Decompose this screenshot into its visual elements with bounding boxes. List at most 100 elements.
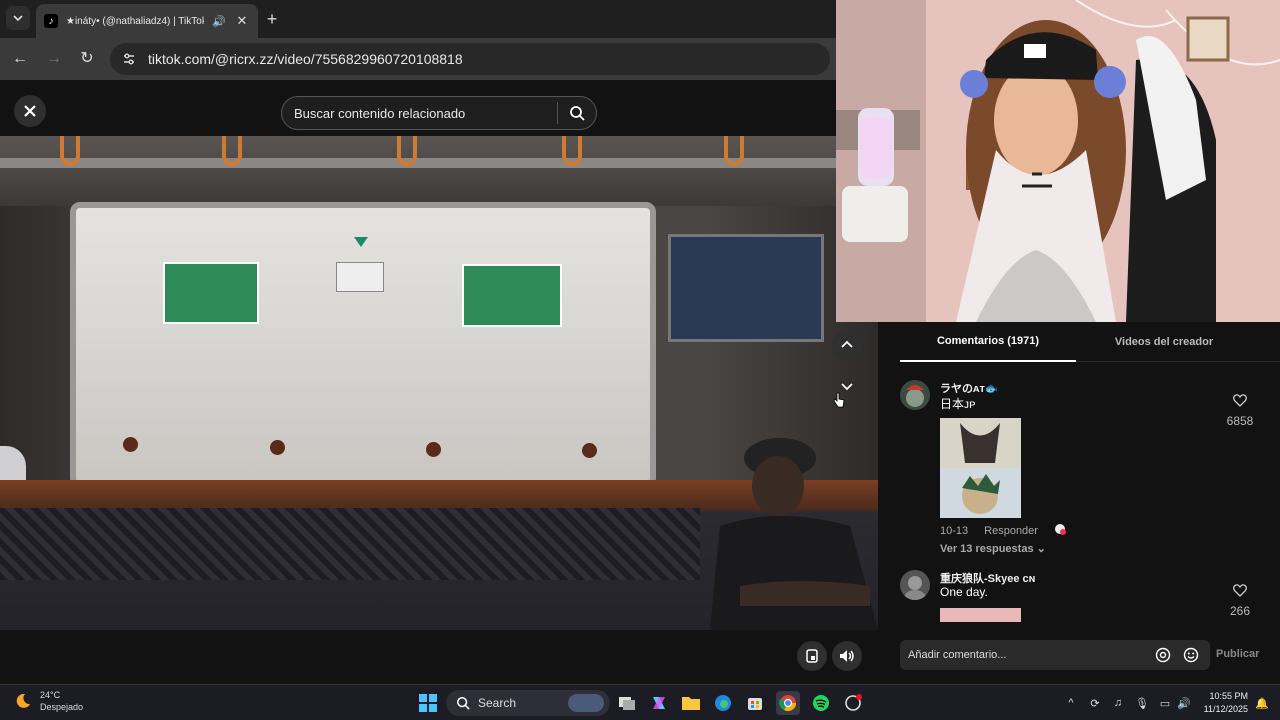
priority-seat-sign [163,262,259,324]
sync-icon[interactable]: ⟳ [1087,695,1103,711]
speaker-icon[interactable]: 🔊 [1176,695,1192,711]
at-icon[interactable] [1154,646,1172,664]
close-icon[interactable]: ✕ [234,13,250,29]
comment-meta: 10-13 Responder [940,523,1066,538]
edge-icon[interactable] [711,691,735,715]
window-dot [426,442,441,457]
back-icon[interactable]: ← [10,49,30,69]
taskbar: 24°C Despejado Search ^ ⟳ ♫ 🎙 ▭ 🔊 10:55 … [0,684,1280,720]
hand-strap [397,136,417,166]
comment-item: 重庆狼队-Skyee ᴄɴ One day. 266 [900,570,1260,630]
view-replies-button[interactable]: Ver 13 respuestas ⌄ [940,542,1046,555]
heart-icon [1233,584,1247,597]
pip-button[interactable] [797,641,827,671]
forward-icon[interactable]: → [44,49,64,69]
comment-date: 10-13 [940,524,969,537]
tiktok-page: Buscar contenido relacionado [0,80,878,684]
video-player[interactable] [0,136,878,630]
comment-input[interactable]: Añadir comentario... [900,640,1210,670]
hand-cursor-icon [833,392,845,408]
avatar[interactable] [900,380,930,410]
window-dot [582,443,597,458]
close-icon [24,105,36,117]
window-dot [270,440,285,455]
url-text[interactable]: tiktok.com/@ricrx.zz/video/7556829960720… [148,51,463,67]
taskbar-search-label: Search [478,696,517,710]
weather-widget[interactable]: 24°C Despejado [14,689,83,713]
pip-icon [806,649,818,663]
hand-strap [724,136,744,166]
network-icon[interactable]: ▭ [1157,695,1173,711]
related-search[interactable]: Buscar contenido relacionado [281,96,597,130]
volume-button[interactable] [832,641,862,671]
tab-title: ★ináty• (@nathaliadz4) | TikTok [66,15,205,27]
emoji-icon[interactable] [1182,646,1200,664]
omnibox[interactable]: tiktok.com/@ricrx.zz/video/7556829960720… [110,43,830,75]
comments-panel: Comentarios (1971) Videos del creador ラヤ… [878,322,1280,684]
chevron-up-icon[interactable]: ^ [1063,695,1079,711]
window-arrow-marker [354,237,368,247]
task-view-icon[interactable] [615,691,639,715]
comment-author[interactable]: 重庆狼队-Skyee ᴄɴ [940,570,1035,586]
windows-icon[interactable] [416,691,440,715]
small-sign [336,262,384,292]
like-button[interactable]: 6858 [1220,394,1260,428]
comment-sticker-image[interactable] [940,608,1021,622]
store-icon[interactable] [743,691,767,715]
weather-condition: Despejado [40,702,84,712]
train-poster [668,234,824,342]
spotify-icon[interactable] [809,691,833,715]
headset-icon[interactable]: ♫ [1110,695,1126,711]
search-input[interactable]: Buscar contenido relacionado [282,106,557,121]
comment-text: One day. [940,585,988,599]
chevron-down-icon [841,383,853,391]
chevron-down-icon [13,15,23,22]
comment-author[interactable]: ラヤのᴀᴛ🐟 [940,380,999,396]
previous-video-button[interactable] [832,330,862,360]
file-explorer-icon[interactable] [679,691,703,715]
volume-icon [840,650,854,662]
tab-comments[interactable]: Comentarios (1971) [900,322,1076,362]
like-count: 6858 [1226,414,1254,428]
weather-icon [16,693,30,708]
avatar[interactable] [900,570,930,600]
chevron-up-icon [841,340,853,348]
close-video-button[interactable] [14,95,46,127]
tab-search-button[interactable] [6,6,30,30]
comment-sticker-image[interactable] [940,418,1021,518]
notification-icon[interactable]: 🔔 [1254,695,1270,711]
comment-item: ラヤのᴀᴛ🐟 日本ᴊᴘ 6858 10-13 Responder Ver 13 … [900,380,1260,560]
reload-icon[interactable]: ↻ [77,49,97,69]
search-highlight-icon [568,694,604,712]
publish-button[interactable]: Publicar [1216,648,1259,660]
site-settings-icon[interactable] [120,50,138,68]
weather-temperature: 24°C [40,690,61,700]
reply-button[interactable]: Responder [984,525,1038,537]
microphone-icon[interactable]: 🎙 [1134,695,1150,711]
copilot-icon[interactable] [647,691,671,715]
like-button[interactable]: 266 [1220,584,1260,618]
tab-creator-videos[interactable]: Videos del creador [1076,322,1252,362]
train-rail [0,158,878,168]
search-icon [456,696,470,710]
comment-input-placeholder[interactable]: Añadir comentario... [908,649,1154,661]
plus-icon[interactable]: + [262,9,282,29]
clock-time: 10:55 PM [1209,691,1248,701]
streamer-webcam-image [836,0,1280,322]
speaker-icon[interactable]: 🔊 [212,15,226,28]
address-bar-row: ← → ↻ tiktok.com/@ricrx.zz/video/7556829… [0,38,836,80]
taskbar-search[interactable]: Search [446,690,610,716]
webcam-overlay [836,0,1280,322]
search-icon[interactable] [558,105,596,121]
browser-tab[interactable]: ♪ ★ináty• (@nathaliadz4) | TikTok 🔊 ✕ [36,4,258,38]
hand-strap [562,136,582,166]
train-ceiling [0,136,878,206]
hand-strap [60,136,80,166]
app-with-notification-icon[interactable] [841,691,865,715]
screen: ♪ ★ináty• (@nathaliadz4) | TikTok 🔊 ✕ + … [0,0,1280,720]
chrome-icon[interactable] [776,691,800,715]
system-clock[interactable]: 10:55 PM 11/12/2025 [1196,690,1248,716]
heart-icon [1233,394,1247,407]
window-dot [123,437,138,452]
seat-pattern [0,508,700,580]
